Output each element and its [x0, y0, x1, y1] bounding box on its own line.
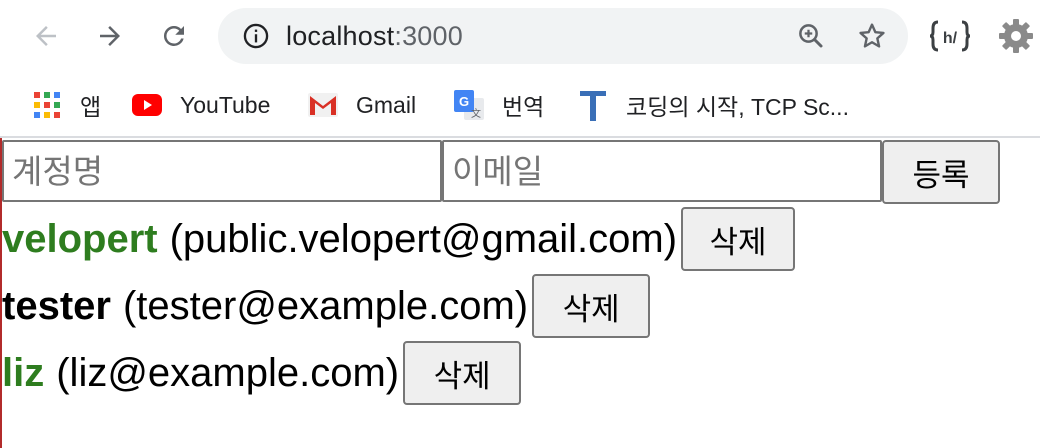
bookmark-label: 코딩의 시작, TCP Sc...: [626, 94, 849, 120]
bookmark-label: YouTube: [180, 91, 271, 118]
url-port: :3000: [394, 21, 463, 51]
user-item: tester (tester@example.com) 삭제: [2, 273, 651, 339]
username-input[interactable]: [2, 140, 442, 202]
bookmark-tcp-school[interactable]: 코딩의 시작, TCP Sc...: [578, 84, 849, 126]
bookmark-youtube[interactable]: YouTube: [132, 84, 270, 126]
back-arrow-icon: [36, 26, 56, 46]
email-label: (public.velopert@gmail.com): [169, 216, 678, 261]
delete-button[interactable]: 삭제: [532, 274, 651, 338]
url-text[interactable]: localhost:3000: [286, 8, 463, 64]
email-label: (tester@example.com): [122, 283, 529, 328]
forward-button[interactable]: [88, 14, 132, 58]
bookmark-label: 번역: [502, 94, 545, 120]
browser-toolbar: localhost:3000 h/: [0, 0, 1040, 74]
gmail-icon: [308, 90, 338, 120]
user-item: liz (liz@example.com) 삭제: [2, 340, 522, 406]
forward-arrow-icon: [100, 26, 120, 46]
reload-icon: [163, 25, 184, 46]
register-button[interactable]: 등록: [882, 140, 1000, 204]
bookmark-label: 앱: [80, 94, 102, 120]
username-label[interactable]: tester: [2, 284, 111, 329]
svg-text:h/: h/: [943, 30, 958, 47]
settings-gear-icon[interactable]: [996, 16, 1036, 56]
email-label: (liz@example.com): [56, 350, 400, 395]
bookmarks-bar: 앱 YouTube Gmail G文 번역 코딩의 시작, TCP Sc...: [0, 74, 1040, 136]
zoom-in-icon[interactable]: [796, 21, 826, 51]
extension-hook-icon[interactable]: h/: [930, 18, 970, 54]
address-bar[interactable]: localhost:3000: [218, 8, 908, 64]
bookmark-translate[interactable]: G文 번역: [454, 84, 544, 126]
url-host: localhost: [286, 21, 395, 51]
apps-grid-icon: [32, 90, 62, 120]
svg-text:G: G: [459, 94, 469, 109]
tcp-school-icon: [578, 90, 608, 121]
google-translate-icon: G文: [454, 90, 484, 120]
bookmark-star-icon[interactable]: [856, 20, 888, 52]
youtube-icon: [132, 90, 162, 120]
user-item: velopert (public.velopert@gmail.com) 삭제: [2, 206, 796, 272]
username-label[interactable]: velopert: [2, 217, 158, 262]
bookmark-gmail[interactable]: Gmail: [308, 84, 416, 126]
email-input[interactable]: [442, 140, 882, 202]
delete-button[interactable]: 삭제: [681, 207, 796, 271]
svg-text:文: 文: [471, 107, 481, 120]
toolbar-divider: [0, 136, 1040, 138]
username-label[interactable]: liz: [2, 351, 44, 396]
info-icon[interactable]: [242, 22, 270, 50]
delete-button[interactable]: 삭제: [403, 341, 522, 405]
bookmark-apps[interactable]: 앱: [32, 84, 101, 126]
back-button[interactable]: [24, 14, 68, 58]
reload-button[interactable]: [152, 14, 196, 58]
bookmark-label: Gmail: [356, 91, 417, 118]
